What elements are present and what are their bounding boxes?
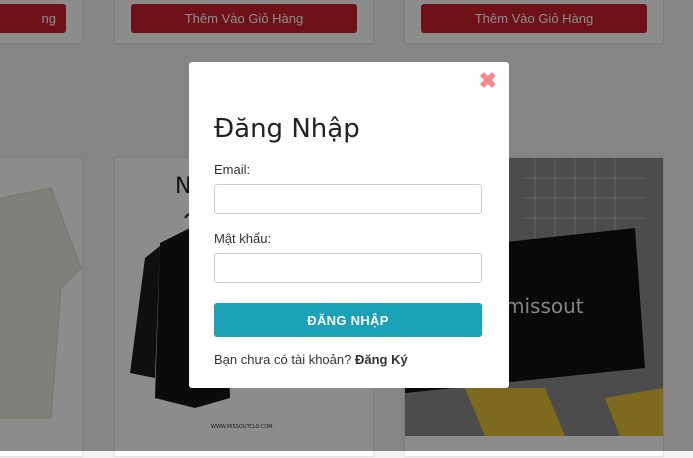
register-prompt: Bạn chưa có tài khoản? Đăng Ký [214, 352, 408, 367]
email-label: Email: [214, 162, 251, 177]
login-modal: ✖ Đăng Nhập Email: Mật khẩu: ĐĂNG NHẬP B… [189, 62, 509, 388]
no-account-text: Bạn chưa có tài khoản? [214, 352, 352, 367]
register-link[interactable]: Đăng Ký [355, 352, 408, 367]
email-field[interactable] [214, 184, 482, 214]
password-label: Mật khẩu: [214, 231, 272, 246]
login-button[interactable]: ĐĂNG NHẬP [214, 303, 482, 337]
close-icon[interactable]: ✖ [479, 68, 497, 94]
modal-title: Đăng Nhập [214, 114, 360, 144]
password-field[interactable] [214, 253, 482, 283]
